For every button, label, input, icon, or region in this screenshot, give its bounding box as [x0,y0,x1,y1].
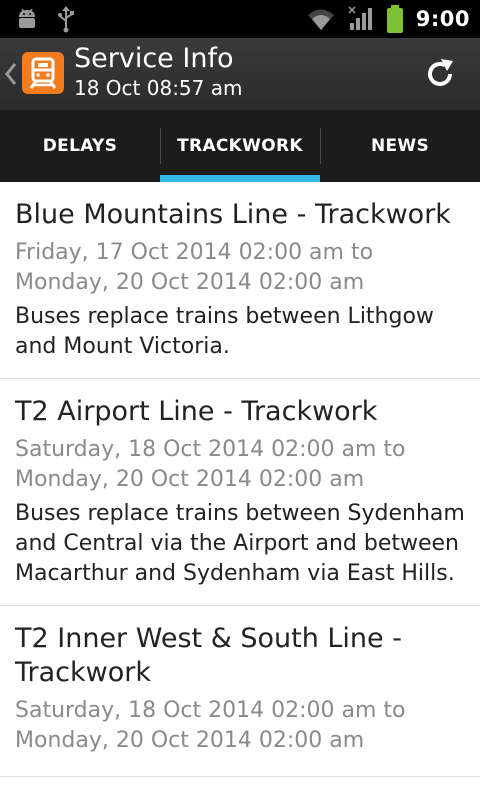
tab-news[interactable]: NEWS [320,110,480,182]
status-time: 9:00 [415,7,470,31]
list-item[interactable]: T2 Airport Line - Trackwork Saturday, 18… [0,379,480,606]
tab-selected-indicator [160,175,320,182]
status-bar: 9:00 [0,0,480,38]
item-title: T2 Airport Line - Trackwork [15,396,378,427]
page-title: Service Info [74,43,234,74]
trackwork-list[interactable]: Blue Mountains Line - Trackwork Friday, … [0,182,480,800]
tab-trackwork[interactable]: TRACKWORK [160,110,320,182]
usb-icon [58,6,74,33]
item-date: Saturday, 18 Oct 2014 02:00 am to Monday… [15,437,406,492]
back-chevron-icon[interactable] [2,58,20,90]
tab-label: DELAYS [42,136,118,156]
tab-label: TRACKWORK [177,136,303,156]
tab-delays[interactable]: DELAYS [0,110,160,182]
item-title: Blue Mountains Line - Trackwork [15,199,451,230]
app-logo[interactable] [22,52,64,94]
tab-bar: DELAYS TRACKWORK NEWS [0,110,480,182]
item-title: T2 Inner West & South Line - Trackwork [15,623,402,688]
signal-icon [348,6,372,30]
android-debug-icon [19,8,35,28]
action-bar: Service Info 18 Oct 08:57 am [0,38,480,110]
list-item[interactable]: Blue Mountains Line - Trackwork Friday, … [0,182,480,379]
train-icon [29,57,57,89]
item-description: Buses replace trains between Sydenham an… [15,501,465,586]
wifi-icon [307,9,334,30]
tab-label: NEWS [370,136,430,156]
page-subtitle: 18 Oct 08:57 am [74,76,243,100]
battery-icon [386,5,403,33]
status-bar-system: 9:00 [306,0,470,38]
list-item[interactable]: T2 Inner West & South Line - Trackwork S… [0,606,480,777]
status-bar-notifications [14,4,76,34]
item-description: Buses replace trains between Lithgow and… [15,304,434,359]
item-date: Saturday, 18 Oct 2014 02:00 am to Monday… [15,698,406,753]
item-date: Friday, 17 Oct 2014 02:00 am to Monday, … [15,240,374,295]
refresh-icon[interactable] [422,56,458,92]
